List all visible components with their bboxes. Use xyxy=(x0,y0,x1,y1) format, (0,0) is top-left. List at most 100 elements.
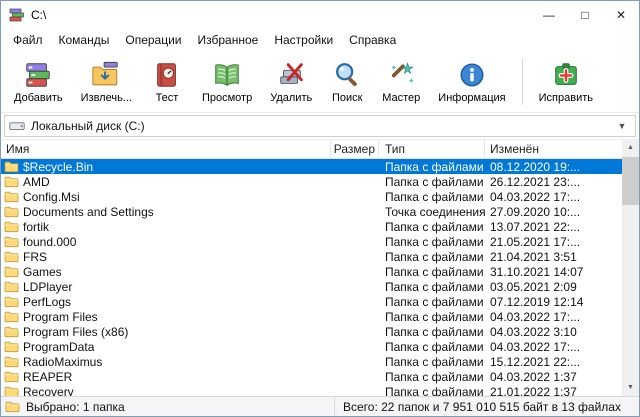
column-header-type[interactable]: Тип xyxy=(379,140,485,158)
table-row[interactable]: Program Files Папка с файлами 04.03.2022 1… xyxy=(1,309,622,324)
column-header-name[interactable]: Имя xyxy=(1,140,331,158)
folder-icon xyxy=(4,340,19,353)
status-selection: Выбрано: 1 папка xyxy=(1,397,335,416)
file-name: ProgramData xyxy=(23,339,95,354)
toolbar-button-repair[interactable]: Исправить xyxy=(530,53,602,110)
cell-name: Config.Msi xyxy=(1,190,331,204)
table-row[interactable]: ProgramData Папка с файлами 04.03.2022 17:… xyxy=(1,339,622,354)
menu-item-operations[interactable]: Операции xyxy=(117,30,189,50)
toolbar-button-extract[interactable]: Извлечь... xyxy=(72,53,141,110)
file-list: Имя Размер Тип Изменён $Recycle.Bin Папка… xyxy=(1,139,622,396)
minimize-button[interactable]: — xyxy=(531,1,567,29)
table-row[interactable]: PerfLogs Папка с файлами 07.12.2019 12:14 xyxy=(1,294,622,309)
toolbar-button-label: Мастер xyxy=(382,91,421,104)
cell-type: Папка с файлами xyxy=(385,264,484,279)
info-icon xyxy=(457,60,487,90)
toolbar-separator xyxy=(521,58,523,105)
cell-modified: 04.03.2022 17:... xyxy=(490,309,581,324)
column-headers: Имя Размер Тип Изменён xyxy=(1,140,622,159)
menu-item-favorites[interactable]: Избранное xyxy=(190,30,267,50)
toolbar-button-test[interactable]: Тест xyxy=(141,53,193,110)
add-archive-icon xyxy=(23,60,53,90)
toolbar-button-label: Извлечь... xyxy=(80,91,132,104)
cell-modified: 31.10.2021 14:07 xyxy=(490,264,584,279)
cell-modified: 07.12.2019 12:14 xyxy=(490,294,584,309)
cell-modified: 04.03.2022 3:10 xyxy=(490,324,577,339)
folder-icon xyxy=(4,280,19,293)
folder-icon xyxy=(4,235,19,248)
file-list-area: Имя Размер Тип Изменён $Recycle.Bin Папка… xyxy=(1,139,639,396)
column-header-modified[interactable]: Изменён xyxy=(485,140,622,158)
drive-icon xyxy=(9,118,25,134)
folder-icon xyxy=(4,190,19,203)
cell-type: Папка с файлами xyxy=(385,234,484,249)
close-button[interactable]: ✕ xyxy=(603,1,639,29)
menu-item-file[interactable]: Файл xyxy=(5,30,51,50)
toolbar-button-info[interactable]: Информация xyxy=(429,53,514,110)
table-row[interactable]: FRS Папка с файлами 21.04.2021 3:51 xyxy=(1,249,622,264)
table-row[interactable]: fortik Папка с файлами 13.07.2021 22:... xyxy=(1,219,622,234)
status-bar: Выбрано: 1 папка Всего: 22 папок и 7 951… xyxy=(1,396,639,416)
winrar-window: C:\ — □ ✕ Файл Команды Операции Избранное На… xyxy=(0,0,640,417)
file-name: LDPlayer xyxy=(23,279,73,294)
address-bar: Локальный диск (C:) ▼ xyxy=(1,113,639,139)
cell-modified: 21.01.2022 1:37 xyxy=(490,384,577,397)
table-row[interactable]: Documents and Settings Точка соединения 27… xyxy=(1,204,622,219)
table-row[interactable]: AMD Папка с файлами 26.12.2021 23:... xyxy=(1,174,622,189)
menu-bar: Файл Команды Операции Избранное Настройки Спр… xyxy=(1,29,639,51)
cell-type: Папка с файлами xyxy=(385,174,484,189)
toolbar-button-wizard[interactable]: Мастер xyxy=(373,53,429,110)
cell-type: Папка с файлами xyxy=(385,309,484,324)
menu-item-help[interactable]: Справка xyxy=(341,30,404,50)
toolbar-button-label: Удалить xyxy=(270,91,313,104)
vertical-scrollbar[interactable]: ▲ ▼ xyxy=(622,139,639,396)
table-row[interactable]: $Recycle.Bin Папка с файлами 08.12.2020 19… xyxy=(1,159,622,174)
toolbar-button-search[interactable]: Поиск xyxy=(321,53,373,110)
toolbar-button-label: Поиск xyxy=(331,91,363,104)
toolbar-button-label: Просмотр xyxy=(201,91,253,104)
table-row[interactable]: Program Files (x86) Папка с файлами 04.03.… xyxy=(1,324,622,339)
folder-icon xyxy=(4,325,19,338)
scrollbar-track[interactable] xyxy=(622,205,639,379)
cell-modified: 21.04.2021 3:51 xyxy=(490,249,577,264)
table-row[interactable]: REAPER Папка с файлами 04.03.2022 1:37 xyxy=(1,369,622,384)
file-name: Documents and Settings xyxy=(23,204,154,219)
cell-modified: 15.12.2021 22:... xyxy=(490,354,581,369)
toolbar-button-view[interactable]: Просмотр xyxy=(193,53,261,110)
window-title: C:\ xyxy=(31,8,47,22)
toolbar-button-label: Добавить xyxy=(14,91,63,104)
file-name: Program Files (x86) xyxy=(23,324,129,339)
chevron-down-icon[interactable]: ▼ xyxy=(613,121,631,131)
drive-combobox[interactable]: Локальный диск (C:) ▼ xyxy=(4,115,636,137)
toolbar-button-add-archive[interactable]: Добавить xyxy=(5,53,72,110)
folder-icon xyxy=(4,310,19,323)
toolbar-button-label: Информация xyxy=(438,91,506,104)
maximize-button[interactable]: □ xyxy=(567,1,603,29)
file-name: Games xyxy=(23,264,62,279)
drive-combobox-value: Локальный диск (C:) xyxy=(31,119,145,133)
table-row[interactable]: Recovery Папка с файлами 21.01.2022 1:37 xyxy=(1,384,622,396)
scrollbar-thumb[interactable] xyxy=(622,157,639,205)
folder-icon xyxy=(4,295,19,308)
table-row[interactable]: Config.Msi Папка с файлами 04.03.2022 17:.… xyxy=(1,189,622,204)
scroll-down-icon[interactable]: ▼ xyxy=(622,379,639,396)
table-row[interactable]: RadioMaximus Папка с файлами 15.12.2021 22… xyxy=(1,354,622,369)
folder-icon xyxy=(4,265,19,278)
table-row[interactable]: LDPlayer Папка с файлами 03.05.2021 2:09 xyxy=(1,279,622,294)
scroll-up-icon[interactable]: ▲ xyxy=(622,139,639,156)
table-row[interactable]: found.000 Папка с файлами 21.05.2021 17:..… xyxy=(1,234,622,249)
cell-name: Documents and Settings xyxy=(1,205,331,219)
cell-name: LDPlayer xyxy=(1,280,331,294)
file-name: PerfLogs xyxy=(23,294,72,309)
menu-item-settings[interactable]: Настройки xyxy=(266,30,341,50)
table-row[interactable]: Games Папка с файлами 31.10.2021 14:07 xyxy=(1,264,622,279)
column-header-size[interactable]: Размер xyxy=(331,140,379,158)
cell-name: RadioMaximus xyxy=(1,355,331,369)
toolbar-button-delete[interactable]: Удалить xyxy=(261,53,321,110)
cell-name: Recovery xyxy=(1,385,331,396)
cell-type: Папка с файлами xyxy=(385,249,484,264)
toolbar-button-label: Тест xyxy=(155,91,179,104)
cell-type: Папка с файлами xyxy=(385,279,484,294)
cell-modified: 21.05.2021 17:... xyxy=(490,234,581,249)
menu-item-commands[interactable]: Команды xyxy=(51,30,118,50)
